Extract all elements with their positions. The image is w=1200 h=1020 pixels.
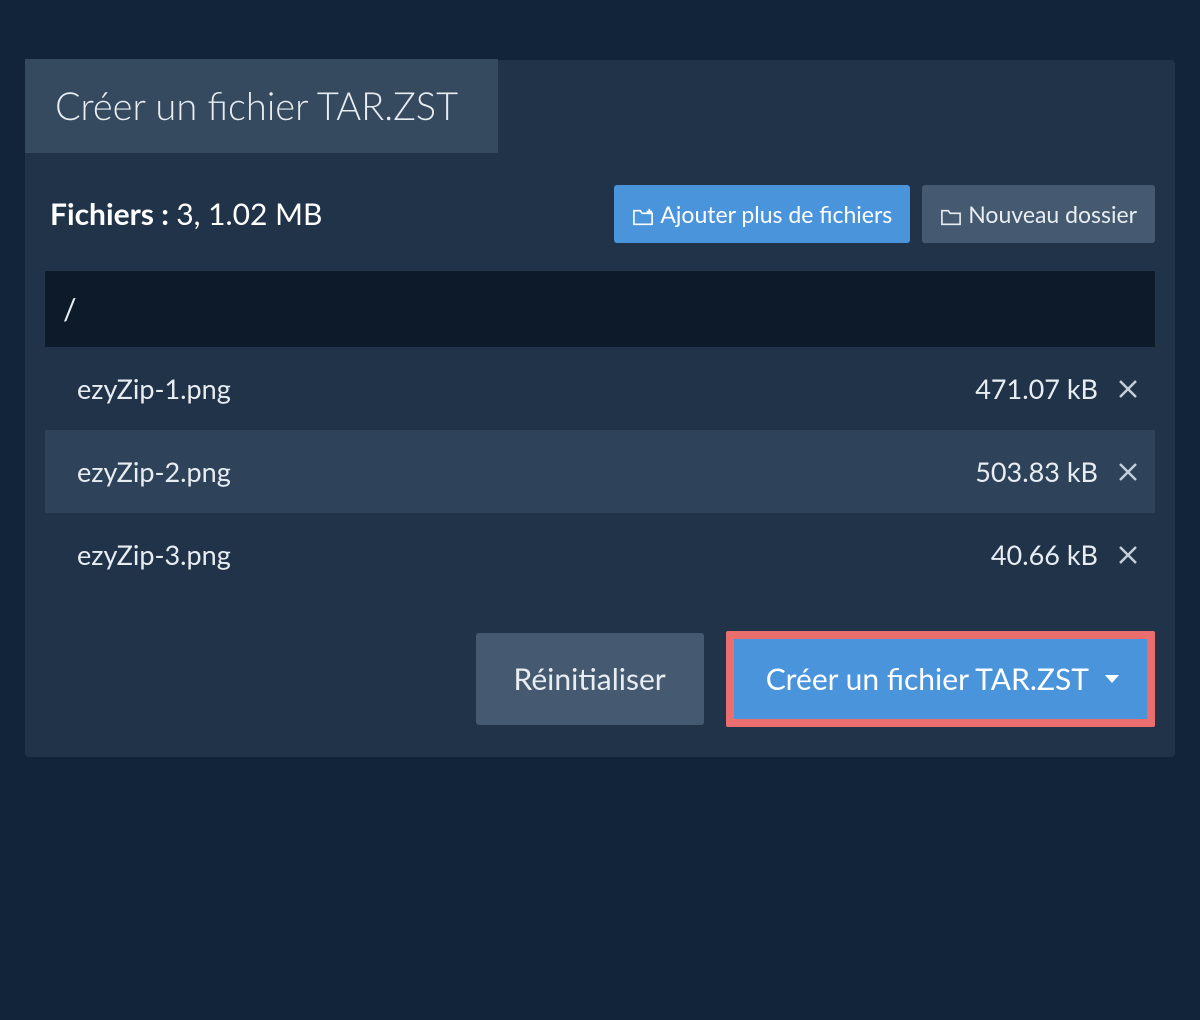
file-summary-label: Fichiers : — [50, 196, 169, 232]
tab-title: Créer un fichier TAR.ZST — [55, 83, 458, 129]
create-archive-button[interactable]: Créer un fichier TAR.ZST — [734, 639, 1147, 719]
create-button-highlight: Créer un fichier TAR.ZST — [726, 631, 1155, 727]
file-right: 40.66 kB — [991, 538, 1140, 571]
remove-file-icon[interactable] — [1116, 543, 1140, 567]
remove-file-icon[interactable] — [1116, 460, 1140, 484]
file-list: / ezyZip-1.png 471.07 kB ezyZip-2.png 50… — [45, 271, 1155, 596]
file-row: ezyZip-2.png 503.83 kB — [45, 430, 1155, 513]
file-row: ezyZip-1.png 471.07 kB — [45, 347, 1155, 430]
file-right: 471.07 kB — [975, 372, 1140, 405]
main-panel: Créer un fichier TAR.ZST Fichiers : 3, 1… — [25, 60, 1175, 757]
reset-label: Réinitialiser — [514, 661, 666, 697]
file-name: ezyZip-2.png — [77, 455, 231, 488]
folder-icon — [940, 204, 962, 224]
toolbar-row: Fichiers : 3, 1.02 MB Ajouter plus de fi… — [25, 153, 1175, 271]
path-text: / — [63, 291, 77, 327]
add-files-button[interactable]: Ajouter plus de fichiers — [614, 185, 910, 243]
file-name: ezyZip-1.png — [77, 372, 231, 405]
file-row: ezyZip-3.png 40.66 kB — [45, 513, 1155, 596]
caret-down-icon — [1105, 675, 1119, 683]
create-label: Créer un fichier TAR.ZST — [766, 661, 1089, 697]
tab-header: Créer un fichier TAR.ZST — [25, 59, 498, 153]
new-folder-button[interactable]: Nouveau dossier — [922, 185, 1155, 243]
file-right: 503.83 kB — [975, 455, 1140, 488]
new-folder-label: Nouveau dossier — [968, 200, 1137, 228]
file-name: ezyZip-3.png — [77, 538, 231, 571]
bottom-actions: Réinitialiser Créer un fichier TAR.ZST — [25, 596, 1175, 727]
reset-button[interactable]: Réinitialiser — [476, 633, 704, 725]
file-size: 503.83 kB — [975, 455, 1098, 488]
add-files-label: Ajouter plus de fichiers — [660, 200, 892, 228]
remove-file-icon[interactable] — [1116, 377, 1140, 401]
folder-add-icon — [632, 204, 654, 224]
toolbar-actions: Ajouter plus de fichiers Nouveau dossier — [614, 185, 1155, 243]
path-row[interactable]: / — [45, 271, 1155, 347]
file-size: 40.66 kB — [991, 538, 1098, 571]
file-size: 471.07 kB — [975, 372, 1098, 405]
file-summary: Fichiers : 3, 1.02 MB — [50, 196, 322, 232]
file-summary-value: 3, 1.02 MB — [176, 196, 322, 232]
